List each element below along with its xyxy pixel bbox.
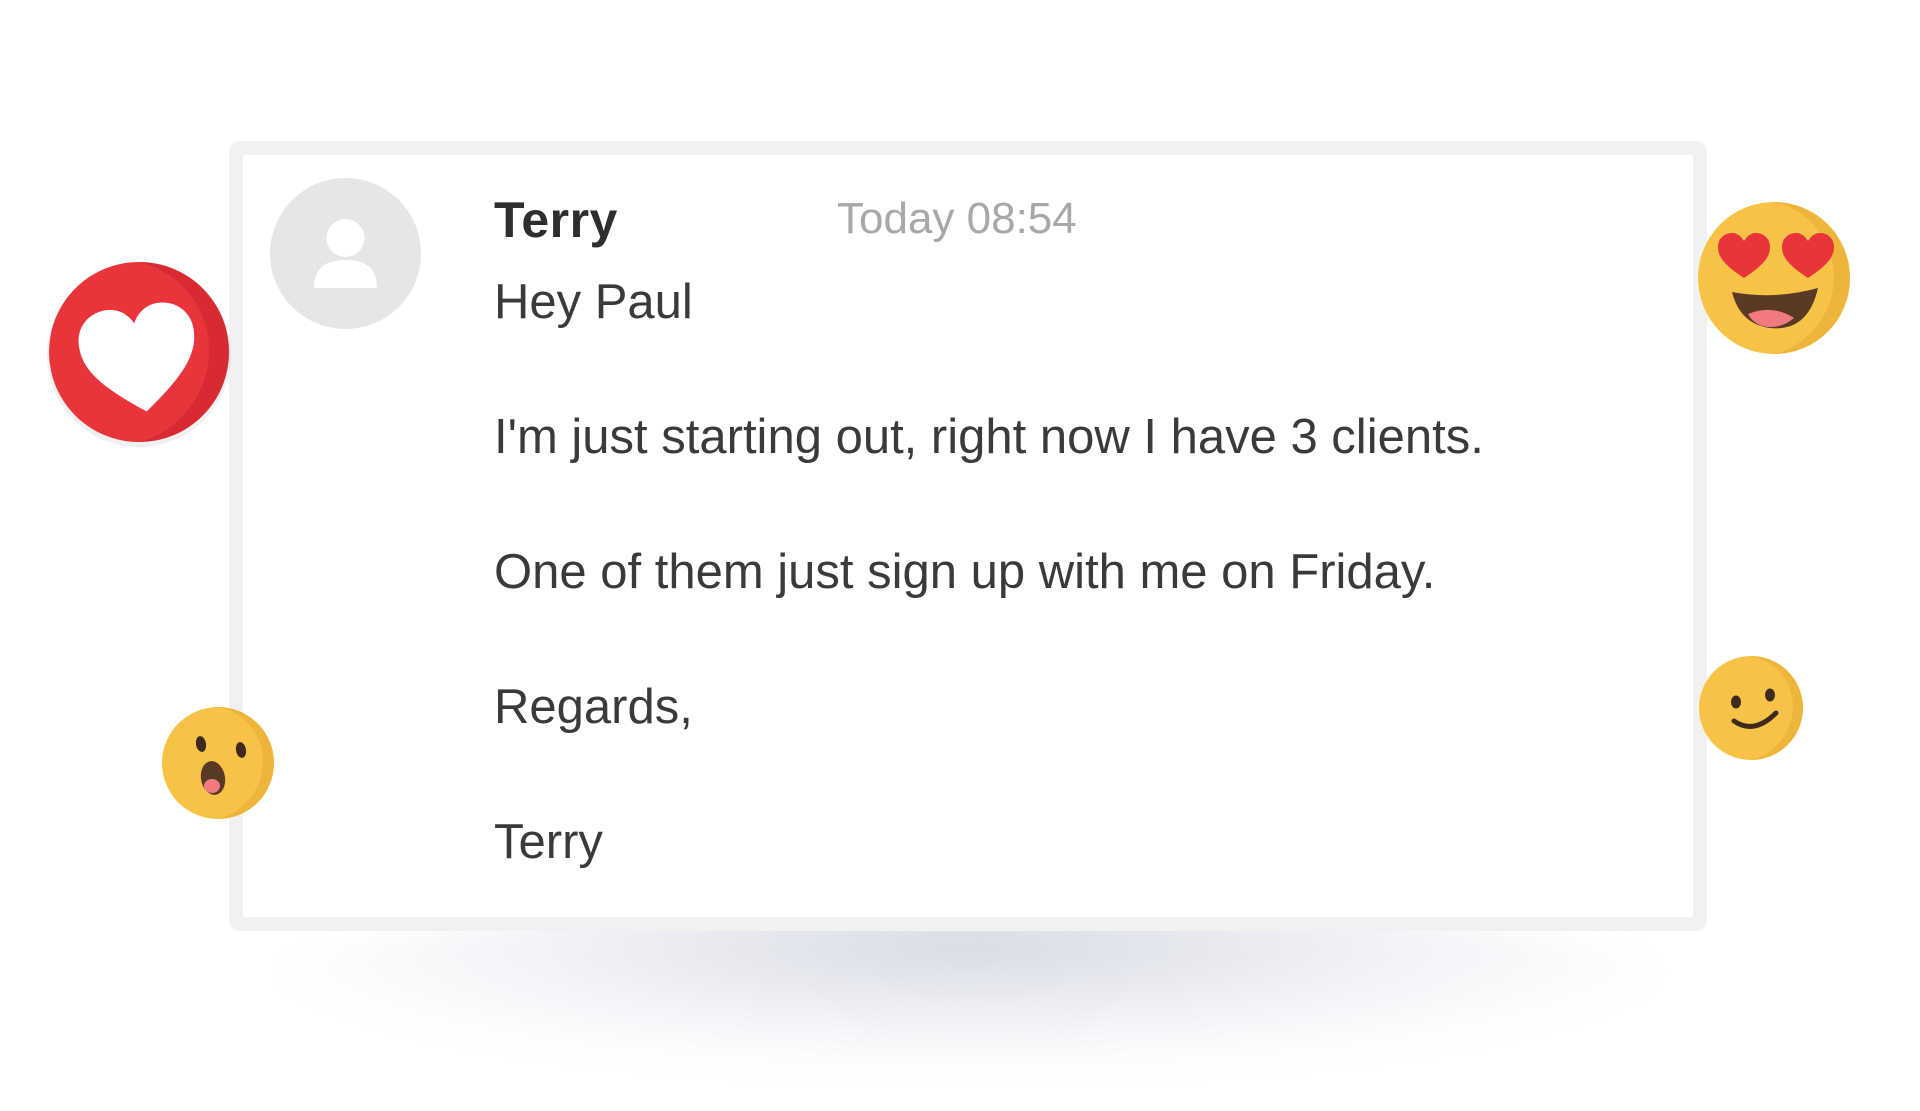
heart-reaction[interactable] bbox=[39, 252, 239, 452]
message-line: Terry bbox=[494, 815, 603, 869]
message-line: Hey Paul bbox=[494, 275, 693, 329]
heart-icon bbox=[47, 262, 231, 447]
message-card: Terry Today 08:54 Hey Paul I'm just star… bbox=[229, 141, 1707, 931]
avatar[interactable] bbox=[270, 178, 421, 329]
message-line: One of them just sign up with me on Frid… bbox=[494, 545, 1436, 599]
sender-name[interactable]: Terry bbox=[494, 191, 618, 249]
smile-reaction[interactable] bbox=[1698, 655, 1804, 761]
heart-eyes-emoji-icon bbox=[1698, 202, 1850, 354]
heart-eyes-reaction[interactable] bbox=[1696, 200, 1852, 356]
message-line: I'm just starting out, right now I have … bbox=[494, 410, 1484, 464]
message-body: Hey Paul I'm just starting out, right no… bbox=[494, 268, 1674, 943]
message-line: Regards, bbox=[494, 680, 693, 734]
surprised-emoji-icon bbox=[162, 707, 274, 819]
surprised-reaction[interactable] bbox=[161, 706, 275, 820]
wink-smile-emoji-icon bbox=[1699, 656, 1803, 760]
stage: Terry Today 08:54 Hey Paul I'm just star… bbox=[0, 0, 1920, 1111]
message-timestamp: Today 08:54 bbox=[837, 194, 1077, 243]
user-silhouette-icon bbox=[270, 178, 421, 329]
